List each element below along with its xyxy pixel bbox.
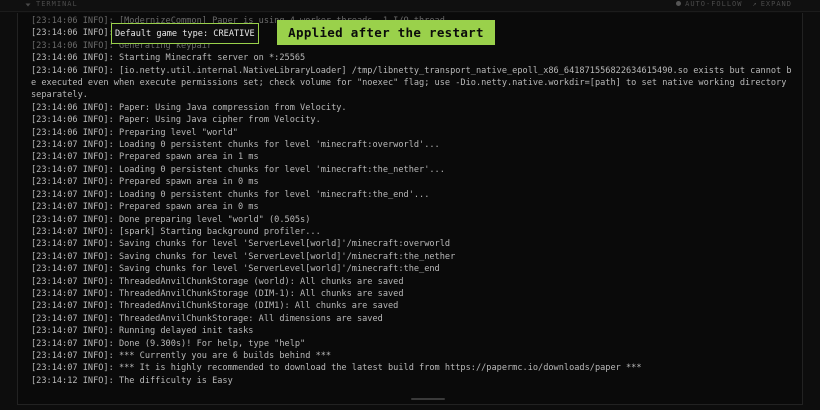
log-line: [23:14:07 INFO]: Loading 0 persistent ch…	[31, 189, 430, 200]
log-line: [23:14:07 INFO]: Saving chunks for level…	[31, 264, 440, 275]
log-line: [23:14:07 INFO]: Prepared spawn area in …	[31, 152, 259, 163]
log-line: [23:14:07 INFO]: Prepared spawn area in …	[31, 177, 259, 188]
highlighted-text: Default game type: CREATIVE	[115, 28, 255, 39]
expand-icon: ↗	[752, 0, 758, 8]
log-line: [23:14:07 INFO]: Loading 0 persistent ch…	[31, 140, 440, 151]
log-line: [23:14:07 INFO]: ThreadedAnvilChunkStora…	[31, 288, 404, 299]
log-line: [23:14:07 INFO]: *** It is highly recomm…	[31, 363, 642, 374]
expand-button[interactable]: ↗ EXPAND	[752, 0, 792, 8]
log-line: [23:14:07 INFO]: Saving chunks for level…	[31, 251, 456, 262]
log-line: [23:14:06 INFO]: Starting Minecraft serv…	[31, 53, 306, 64]
log-line: [23:14:07 INFO]: ThreadedAnvilChunkStora…	[31, 276, 404, 287]
log-line: [23:14:06 INFO]: Preparing level "world"	[31, 127, 238, 138]
log-line: [23:14:07 INFO]: [spark] Starting backgr…	[31, 226, 321, 237]
log-line: [23:14:07 INFO]: Done preparing level "w…	[31, 214, 311, 225]
log-line: [23:14:07 INFO]: ThreadedAnvilChunkStora…	[31, 301, 399, 312]
highlighted-log-line: Default game type: CREATIVE	[111, 23, 259, 44]
log-line: [23:14:07 INFO]: ThreadedAnvilChunkStora…	[31, 313, 383, 324]
log-line: [23:14:07 INFO]: Prepared spawn area in …	[31, 202, 259, 213]
chevron-down-icon[interactable]	[25, 1, 31, 9]
log-line: [23:14:06 INFO]: [io.netty.util.internal…	[31, 65, 792, 101]
console-output-panel[interactable]: [23:14:06 INFO]: [ModernizeCommon] Paper…	[17, 13, 803, 405]
expand-label: EXPAND	[760, 0, 792, 8]
terminal-header: TERMINAL AUTO-FOLLOW ↗ EXPAND	[0, 0, 820, 12]
auto-follow-toggle[interactable]: AUTO-FOLLOW	[676, 0, 742, 8]
header-controls: AUTO-FOLLOW ↗ EXPAND	[676, 0, 792, 8]
console-log: [23:14:06 INFO]: [ModernizeCommon] Paper…	[31, 15, 796, 387]
log-line: [23:14:07 INFO]: Loading 0 persistent ch…	[31, 164, 445, 175]
log-line: [23:14:07 INFO]: Running delayed init ta…	[31, 326, 254, 337]
auto-follow-label: AUTO-FOLLOW	[685, 0, 743, 8]
status-dot-icon	[676, 1, 682, 6]
terminal-window: TERMINAL AUTO-FOLLOW ↗ EXPAND [23:14:06 I…	[0, 0, 820, 410]
resize-handle[interactable]	[411, 398, 445, 400]
log-line: [23:14:07 INFO]: *** Currently you are 6…	[31, 350, 332, 361]
log-line: [23:14:06 INFO]: Paper: Using Java ciphe…	[31, 115, 321, 126]
log-line: [23:14:06 INFO]: Paper: Using Java compr…	[31, 102, 347, 113]
terminal-title: TERMINAL	[36, 0, 78, 8]
log-line: [23:14:12 INFO]: The difficulty is Easy	[31, 375, 233, 386]
log-line: [23:14:07 INFO]: Done (9.300s)! For help…	[31, 338, 306, 349]
log-line: [23:14:07 INFO]: Saving chunks for level…	[31, 239, 451, 250]
annotation-label: Applied after the restart	[277, 20, 495, 45]
